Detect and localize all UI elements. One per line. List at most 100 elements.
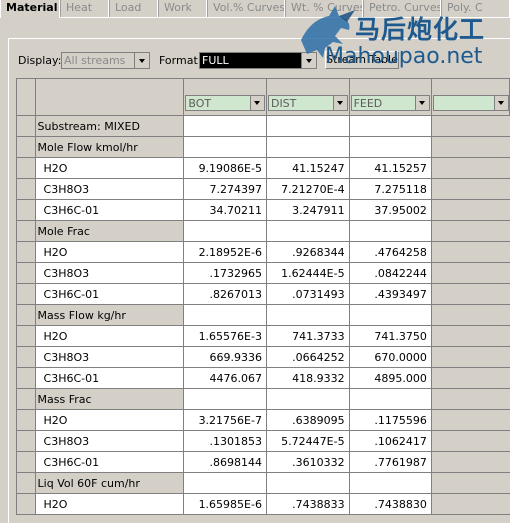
row-selector[interactable] <box>16 136 36 158</box>
value-cell[interactable] <box>348 115 432 137</box>
value-cell[interactable] <box>430 472 510 494</box>
row-selector[interactable] <box>16 178 36 200</box>
row-selector[interactable] <box>16 325 36 347</box>
value-cell[interactable] <box>348 220 432 242</box>
chevron-down-icon[interactable] <box>494 96 508 110</box>
value-cell[interactable] <box>183 472 267 494</box>
row-selector[interactable] <box>16 451 36 473</box>
stream-column-select[interactable] <box>432 95 509 111</box>
row-selector[interactable] <box>16 409 36 431</box>
tab-material[interactable]: Material <box>0 0 60 18</box>
value-cell[interactable] <box>430 493 510 515</box>
value-cell[interactable]: 669.9336 <box>183 346 267 368</box>
value-cell[interactable] <box>348 304 432 326</box>
value-cell[interactable]: .7438833 <box>265 493 350 515</box>
chevron-down-icon[interactable] <box>249 96 264 110</box>
value-cell[interactable]: 41.15257 <box>348 157 432 179</box>
value-cell[interactable]: 5.72447E-5 <box>265 430 350 452</box>
tab-load[interactable]: Load <box>109 0 158 17</box>
stream-column-select[interactable]: FEED <box>350 95 430 111</box>
value-cell[interactable]: 7.275118 <box>348 178 432 200</box>
value-cell[interactable] <box>348 136 432 158</box>
value-cell[interactable]: .7438830 <box>348 493 432 515</box>
value-cell[interactable]: 1.62444E-5 <box>265 262 350 284</box>
value-cell[interactable] <box>348 472 432 494</box>
row-selector[interactable] <box>16 283 36 305</box>
value-cell[interactable] <box>430 241 510 263</box>
chevron-down-icon[interactable] <box>301 53 316 68</box>
value-cell[interactable] <box>430 262 510 284</box>
value-cell[interactable] <box>348 388 432 410</box>
chevron-down-icon[interactable] <box>134 53 149 68</box>
value-cell[interactable]: .8267013 <box>183 283 267 305</box>
value-cell[interactable]: .9268344 <box>265 241 350 263</box>
value-cell[interactable] <box>430 346 510 368</box>
value-cell[interactable]: 418.9332 <box>265 367 350 389</box>
row-selector[interactable] <box>16 241 36 263</box>
row-selector[interactable] <box>16 115 36 137</box>
value-cell[interactable]: 670.0000 <box>348 346 432 368</box>
stream-column-select[interactable]: BOT <box>185 95 265 111</box>
tab-poly-c[interactable]: Poly. C <box>441 0 510 17</box>
tab-wt-curves[interactable]: Wt. % Curves <box>285 0 363 17</box>
stream-column-select[interactable]: DIST <box>267 95 348 111</box>
value-cell[interactable]: .0731493 <box>265 283 350 305</box>
value-cell[interactable]: .3610332 <box>265 451 350 473</box>
tab-vol-curves[interactable]: Vol.% Curves <box>207 0 285 17</box>
value-cell[interactable]: 1.65985E-6 <box>183 493 267 515</box>
value-cell[interactable] <box>265 136 350 158</box>
value-cell[interactable]: .7761987 <box>348 451 432 473</box>
value-cell[interactable] <box>183 115 267 137</box>
value-cell[interactable] <box>430 409 510 431</box>
value-cell[interactable]: 41.15247 <box>265 157 350 179</box>
stream-table-button[interactable]: Stream Table <box>325 51 399 69</box>
row-selector[interactable] <box>16 304 36 326</box>
value-cell[interactable] <box>265 220 350 242</box>
row-selector[interactable] <box>16 220 36 242</box>
value-cell[interactable] <box>265 115 350 137</box>
value-cell[interactable] <box>430 115 510 137</box>
value-cell[interactable]: 4895.000 <box>348 367 432 389</box>
value-cell[interactable]: 2.18952E-6 <box>183 241 267 263</box>
value-cell[interactable]: 3.21756E-7 <box>183 409 267 431</box>
tab-petro-curves[interactable]: Petro. Curves <box>363 0 441 17</box>
value-cell[interactable]: .1062417 <box>348 430 432 452</box>
value-cell[interactable]: 1.65576E-3 <box>183 325 267 347</box>
format-select[interactable]: FULL <box>199 52 317 69</box>
value-cell[interactable] <box>183 304 267 326</box>
value-cell[interactable] <box>183 388 267 410</box>
value-cell[interactable] <box>183 220 267 242</box>
value-cell[interactable] <box>265 472 350 494</box>
display-select[interactable]: All streams <box>61 52 150 69</box>
value-cell[interactable] <box>430 283 510 305</box>
value-cell[interactable]: 4476.067 <box>183 367 267 389</box>
value-cell[interactable]: 741.3750 <box>348 325 432 347</box>
value-cell[interactable]: .1301853 <box>183 430 267 452</box>
chevron-down-icon[interactable] <box>332 96 347 110</box>
row-selector[interactable] <box>16 199 36 221</box>
tab-heat[interactable]: Heat <box>60 0 109 17</box>
row-selector[interactable] <box>16 346 36 368</box>
value-cell[interactable]: 7.21270E-4 <box>265 178 350 200</box>
value-cell[interactable] <box>430 430 510 452</box>
value-cell[interactable]: 3.247911 <box>265 199 350 221</box>
value-cell[interactable]: .0664252 <box>265 346 350 368</box>
value-cell[interactable]: .1175596 <box>348 409 432 431</box>
row-selector[interactable] <box>16 493 36 515</box>
value-cell[interactable]: 9.19086E-5 <box>183 157 267 179</box>
value-cell[interactable] <box>265 388 350 410</box>
value-cell[interactable] <box>430 178 510 200</box>
value-cell[interactable]: 7.274397 <box>183 178 267 200</box>
value-cell[interactable] <box>265 304 350 326</box>
value-cell[interactable] <box>430 451 510 473</box>
value-cell[interactable] <box>430 388 510 410</box>
value-cell[interactable] <box>183 136 267 158</box>
tab-work[interactable]: Work <box>158 0 207 17</box>
value-cell[interactable]: .4393497 <box>348 283 432 305</box>
row-selector[interactable] <box>16 157 36 179</box>
value-cell[interactable] <box>430 367 510 389</box>
value-cell[interactable] <box>430 199 510 221</box>
value-cell[interactable] <box>430 136 510 158</box>
value-cell[interactable]: .6389095 <box>265 409 350 431</box>
row-selector[interactable] <box>16 430 36 452</box>
